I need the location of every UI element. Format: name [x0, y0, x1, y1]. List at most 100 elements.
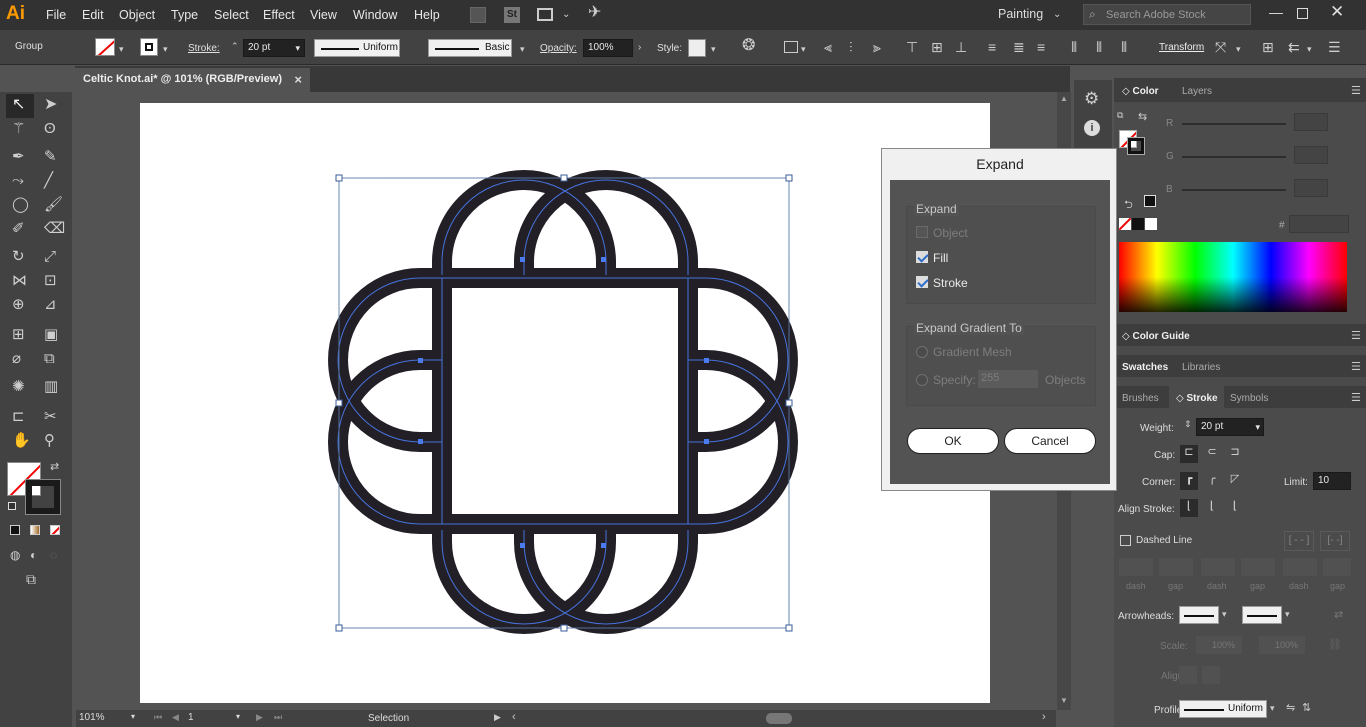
arrow-tip-at-end-icon[interactable]: [1202, 666, 1220, 684]
start-scale-value: 100%: [1212, 640, 1236, 650]
color-stroke-box[interactable]: [1127, 137, 1145, 155]
tab-brushes[interactable]: Brushes: [1116, 390, 1165, 407]
tab-color-guide[interactable]: ◇ Color Guide: [1116, 328, 1196, 345]
last-artboard-icon[interactable]: ⏭: [274, 712, 282, 723]
limit-value: 10: [1318, 475, 1330, 486]
bounding-box-handles[interactable]: [335, 174, 793, 632]
align-outside-stroke-icon[interactable]: ⌊: [1226, 499, 1244, 517]
hex-value-input[interactable]: [1289, 215, 1349, 233]
panel-menu-icon[interactable]: ☰: [1351, 360, 1361, 373]
black-quick-swatch[interactable]: [1132, 218, 1144, 230]
b-value-input[interactable]: [1294, 179, 1328, 197]
align-dash-icon[interactable]: [- -]: [1320, 531, 1350, 551]
panel-menu-icon[interactable]: ☰: [1351, 329, 1361, 342]
limit-input[interactable]: 10: [1313, 472, 1351, 490]
tab-layers[interactable]: Layers: [1176, 83, 1218, 100]
info-icon[interactable]: i: [1084, 120, 1100, 136]
align-center-stroke-icon[interactable]: ⌊: [1180, 499, 1198, 517]
gradient-mesh-radio[interactable]: [916, 346, 928, 358]
end-scale-value: 100%: [1275, 640, 1299, 650]
miter-join-icon[interactable]: ┏: [1180, 472, 1198, 490]
start-scale-input[interactable]: 100%: [1196, 636, 1242, 654]
channel-g-label: G: [1166, 151, 1174, 162]
b-slider[interactable]: [1182, 189, 1286, 191]
tab-color[interactable]: ◇ Color: [1116, 83, 1165, 100]
scroll-right-icon[interactable]: ›: [1042, 711, 1046, 723]
flip-across-icon[interactable]: ⇅: [1302, 701, 1311, 714]
zoom-level-select[interactable]: 101% ▾: [79, 712, 137, 726]
next-artboard-icon[interactable]: ▶: [256, 712, 263, 723]
bevel-join-icon[interactable]: ◸: [1226, 472, 1244, 490]
artboard-number-value: 1: [188, 712, 194, 723]
dash-gap-fields: [1119, 558, 1351, 576]
round-cap-icon[interactable]: ⊂: [1203, 445, 1221, 463]
specify-radio[interactable]: [916, 374, 928, 386]
projecting-cap-icon[interactable]: ⊐: [1226, 445, 1244, 463]
knot-center-square: [432, 268, 698, 534]
fill-checkbox[interactable]: [916, 251, 928, 263]
weight-label: Weight:: [1140, 423, 1174, 434]
round-join-icon[interactable]: ╭: [1203, 472, 1221, 490]
prev-artboard-icon[interactable]: ◀: [172, 712, 179, 723]
flip-along-icon[interactable]: ⇋: [1286, 701, 1295, 714]
arrow-tip-beyond-icon[interactable]: [1179, 666, 1197, 684]
r-value-input[interactable]: [1294, 113, 1328, 131]
expand-group-title: Expand: [914, 202, 959, 216]
default-fill-stroke-icon[interactable]: ⧉: [1117, 110, 1123, 121]
weight-stepper-icon[interactable]: ⇕: [1184, 419, 1192, 430]
panel-menu-icon[interactable]: ☰: [1351, 84, 1361, 97]
preserve-dash-icon[interactable]: [ - - ]: [1284, 531, 1314, 551]
gap-label-1: gap: [1168, 581, 1184, 591]
gap-label-2: gap: [1250, 581, 1266, 591]
stroke-label: Stroke: [933, 276, 968, 290]
r-slider[interactable]: [1182, 123, 1286, 125]
out-of-gamut-icon[interactable]: ⮌: [1124, 196, 1133, 215]
object-checkbox[interactable]: [916, 226, 928, 238]
expand-dialog: Expand Expand Object Fill Stroke Expand …: [881, 148, 1117, 491]
limit-label: Limit:: [1284, 477, 1308, 488]
status-menu-icon[interactable]: ▶: [494, 712, 501, 723]
ok-button[interactable]: OK: [907, 428, 999, 454]
link-scale-icon[interactable]: ⛓: [1328, 638, 1342, 651]
width-profile-select[interactable]: Uniform: [1179, 700, 1267, 718]
scroll-left-icon[interactable]: ‹: [512, 711, 516, 723]
end-arrowhead-select[interactable]: [1242, 606, 1282, 624]
swap-fill-stroke-icon[interactable]: ⇆: [1138, 110, 1147, 123]
weight-value: 20 pt: [1201, 421, 1224, 432]
weight-input[interactable]: 20 pt ▾: [1196, 418, 1264, 436]
align-inside-stroke-icon[interactable]: ⌊: [1203, 499, 1221, 517]
anchor-points: [418, 257, 709, 548]
panel-menu-icon[interactable]: ☰: [1351, 391, 1361, 404]
white-quick-swatch[interactable]: [1145, 218, 1157, 230]
horizontal-scroll-thumb[interactable]: [766, 713, 792, 724]
tab-symbols[interactable]: Symbols: [1224, 390, 1274, 407]
chevron-down-icon[interactable]: ▾: [1270, 703, 1275, 714]
none-swatch[interactable]: [1119, 218, 1131, 230]
g-value-input[interactable]: [1294, 146, 1328, 164]
artboard-number-select[interactable]: 1 ▾: [188, 712, 242, 726]
end-scale-input[interactable]: 100%: [1259, 636, 1305, 654]
status-bar: 101% ▾ ⏮ ◀ 1 ▾ ▶ ⏭ Selection ▶ ‹ ›: [76, 710, 1056, 727]
g-slider[interactable]: [1182, 156, 1286, 158]
start-arrowhead-select[interactable]: [1179, 606, 1219, 624]
stroke-checkbox[interactable]: [916, 276, 928, 288]
swap-arrowheads-icon[interactable]: ⇄: [1334, 608, 1343, 621]
corner-label: Corner:: [1142, 477, 1176, 488]
dashed-line-checkbox[interactable]: [1120, 535, 1131, 546]
current-tool-status: Selection: [368, 713, 410, 724]
first-artboard-icon[interactable]: ⏮: [154, 712, 162, 723]
butt-cap-icon[interactable]: ⊏: [1180, 445, 1198, 463]
color-spectrum[interactable]: [1119, 242, 1347, 312]
specify-objects-input[interactable]: 255: [978, 370, 1038, 388]
tab-libraries[interactable]: Libraries: [1176, 359, 1226, 376]
cancel-button[interactable]: Cancel: [1004, 428, 1096, 454]
tab-swatches[interactable]: Swatches: [1116, 359, 1174, 376]
chevron-down-icon[interactable]: ▾: [1285, 609, 1290, 620]
object-label: Object: [933, 226, 968, 240]
arrowheads-label: Arrowheads:: [1118, 611, 1175, 622]
channel-r-label: R: [1166, 118, 1174, 129]
properties-gear-icon[interactable]: ⚙: [1084, 90, 1099, 107]
black-swatch[interactable]: [1144, 195, 1156, 207]
chevron-down-icon[interactable]: ▾: [1222, 609, 1227, 620]
tab-stroke[interactable]: ◇ Stroke: [1170, 390, 1224, 407]
